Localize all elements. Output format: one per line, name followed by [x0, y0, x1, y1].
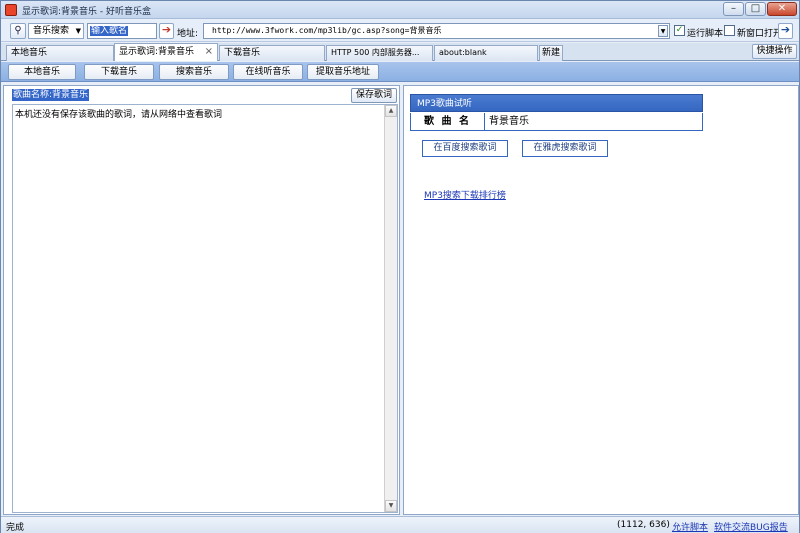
scroll-down-icon[interactable]: ▼ — [385, 500, 397, 512]
tab-local-music[interactable]: 本地音乐 — [6, 45, 114, 61]
song-title-label: 歌 曲 名 — [411, 113, 485, 130]
new-window-label: 新窗口打开 — [737, 29, 783, 39]
address-go-button[interactable]: ➔ — [778, 23, 793, 39]
yahoo-search-lyrics-button[interactable]: 在雅虎搜索歌词 — [522, 140, 608, 157]
bug-report-link[interactable]: 软件交流BUG报告 — [714, 520, 788, 533]
address-input[interactable]: http://www.3fwork.com/mp3lib/gc.asp?song… — [203, 23, 670, 39]
close-tab-icon[interactable]: × — [205, 44, 213, 60]
search-go-button[interactable]: ➔ — [159, 23, 174, 39]
lyrics-text: 本机还没有保存该歌曲的歌词，请从网络中查看歌词 — [15, 110, 223, 120]
nav-download-music-button[interactable]: 下载音乐 — [84, 64, 154, 80]
mp3-preview-header: MP3歌曲试听 — [410, 94, 703, 112]
chevron-down-icon: ▼ — [75, 27, 81, 35]
run-script-checkbox[interactable]: ✓ — [674, 25, 685, 36]
new-window-checkbox[interactable] — [724, 25, 735, 36]
run-script-label: 运行脚本 — [687, 29, 724, 39]
vertical-scrollbar[interactable]: ▲ ▼ — [384, 105, 397, 512]
app-icon — [5, 4, 17, 16]
tab-download-music[interactable]: 下载音乐 — [219, 45, 325, 61]
nav-search-music-button[interactable]: 搜索音乐 — [159, 64, 229, 80]
song-name-label: 歌曲名称:背景音乐 — [12, 89, 90, 101]
tab-bar: 本地音乐 显示歌词:背景音乐 × 下载音乐 HTTP 500 内部服务器... a… — [1, 43, 799, 61]
save-lyrics-button[interactable]: 保存歌词 — [351, 88, 397, 103]
app-window: 显示歌词:背景音乐 - 好听音乐盒 – □ ✕ ⚲ 音乐搜索 ▼ 输入歌名 ➔ … — [0, 0, 800, 533]
close-button[interactable]: ✕ — [767, 2, 797, 16]
tab-show-lyrics[interactable]: 显示歌词:背景音乐 × — [114, 43, 218, 61]
address-value: http://www.3fwork.com/mp3lib/gc.asp?song… — [212, 26, 442, 35]
tab-new[interactable]: 新建 — [539, 45, 563, 61]
tab-http-500[interactable]: HTTP 500 内部服务器... — [326, 45, 433, 61]
status-bar: 完成 (1112, 636) 允许脚本 软件交流BUG报告 — [1, 516, 799, 533]
baidu-search-lyrics-button[interactable]: 在百度搜索歌词 — [422, 140, 508, 157]
tab-about-blank[interactable]: about:blank — [434, 45, 538, 61]
toolbar: ⚲ 音乐搜索 ▼ 输入歌名 ➔ 地址: http://www.3fwork.co… — [1, 20, 799, 42]
song-query-input[interactable]: 输入歌名 — [87, 23, 157, 39]
lyrics-textarea[interactable]: 本机还没有保存该歌曲的歌词，请从网络中查看歌词 ▲ ▼ — [12, 104, 398, 513]
status-text: 完成 — [6, 523, 25, 533]
address-label: 地址: — [177, 29, 199, 39]
nav-extract-address-button[interactable]: 提取音乐地址 — [307, 64, 379, 80]
coords-readout: (1112, 636) — [617, 520, 670, 530]
allow-script-link[interactable]: 允许脚本 — [672, 520, 708, 533]
search-engine-value: 音乐搜索 — [33, 26, 70, 36]
minimize-button[interactable]: – — [723, 2, 744, 16]
nav-local-music-button[interactable]: 本地音乐 — [8, 64, 76, 80]
nav-bar: 本地音乐 下载音乐 搜索音乐 在线听音乐 提取音乐地址 — [1, 62, 799, 82]
song-info-row: 歌 曲 名 背景音乐 — [410, 113, 703, 131]
search-icon[interactable]: ⚲ — [10, 23, 26, 39]
title-bar[interactable]: 显示歌词:背景音乐 - 好听音乐盒 – □ ✕ — [1, 1, 799, 19]
nav-online-music-button[interactable]: 在线听音乐 — [233, 64, 303, 80]
quick-operation-button[interactable]: 快捷操作 — [752, 44, 797, 59]
web-content-pane: MP3歌曲试听 歌 曲 名 背景音乐 在百度搜索歌词 在雅虎搜索歌词 MP3搜索… — [403, 85, 799, 515]
song-title-value: 背景音乐 — [489, 116, 529, 127]
maximize-button[interactable]: □ — [745, 2, 766, 16]
scroll-up-icon[interactable]: ▲ — [385, 105, 397, 117]
window-title: 显示歌词:背景音乐 - 好听音乐盒 — [22, 7, 152, 17]
song-query-value: 输入歌名 — [90, 26, 129, 36]
mp3-ranking-link[interactable]: MP3搜索下载排行榜 — [424, 188, 506, 201]
lyrics-pane: 歌曲名称:背景音乐 保存歌词 本机还没有保存该歌曲的歌词，请从网络中查看歌词 ▲… — [3, 85, 400, 515]
search-engine-select[interactable]: 音乐搜索 ▼ — [28, 23, 84, 39]
address-dropdown-icon[interactable]: ▼ — [658, 25, 668, 37]
